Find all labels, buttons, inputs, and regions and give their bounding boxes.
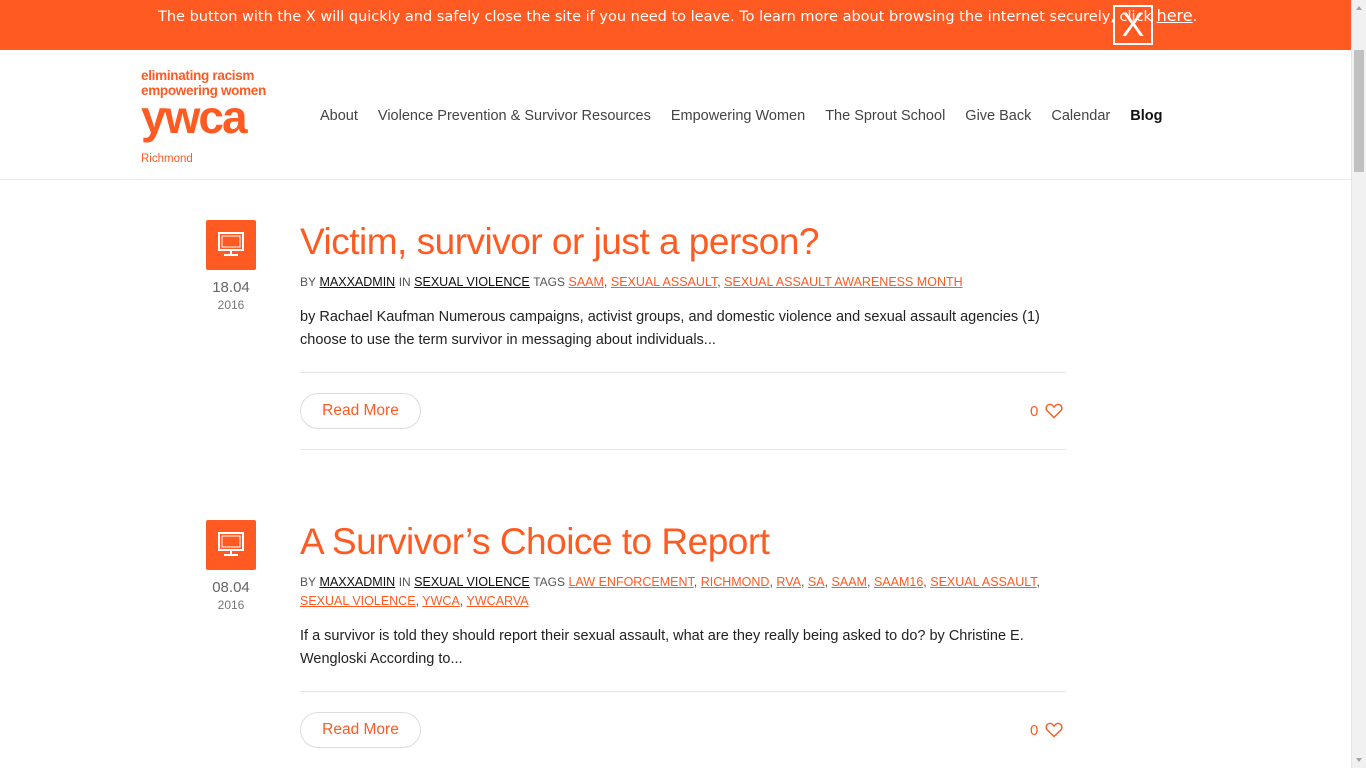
logo-location: Richmond <box>141 153 193 165</box>
post-tag-link[interactable]: YWCA <box>422 594 460 608</box>
post-tag-link[interactable]: SEXUAL VIOLENCE <box>300 594 416 608</box>
post-year: 2016 <box>217 298 245 312</box>
main-nav: About Violence Prevention & Survivor Res… <box>320 106 1182 126</box>
post-title[interactable]: Victim, survivor or just a person? <box>300 220 820 264</box>
post-category-link[interactable]: SEXUAL VIOLENCE <box>414 275 530 289</box>
post-tag-link[interactable]: SEXUAL ASSAULT <box>930 575 1036 589</box>
nav-item-empowering-women[interactable]: Empowering Women <box>671 108 805 124</box>
post-meta: BY MAXXADMIN IN SEXUAL VIOLENCE TAGS LAW… <box>300 575 1041 608</box>
nav-item-calendar[interactable]: Calendar <box>1051 108 1110 124</box>
vertical-scrollbar[interactable] <box>1351 0 1366 768</box>
like-button[interactable]: 0 <box>1030 720 1070 740</box>
post-title[interactable]: A Survivor’s Choice to Report <box>300 520 770 564</box>
post-excerpt: If a survivor is told they should report… <box>300 628 1024 667</box>
quick-exit-close-button[interactable]: X <box>1113 5 1153 45</box>
post-category-link[interactable]: SEXUAL VIOLENCE <box>414 575 530 589</box>
post-tag-link[interactable]: SAAM16 <box>874 575 923 589</box>
scrollbar-thumb[interactable] <box>1354 50 1364 172</box>
tags-label: TAGS <box>533 275 565 289</box>
read-more-button[interactable]: Read More <box>300 712 421 748</box>
monitor-icon <box>206 520 256 570</box>
monitor-icon <box>206 220 256 270</box>
like-count: 0 <box>1030 721 1039 739</box>
heart-icon <box>1045 722 1063 738</box>
nav-item-sprout-school[interactable]: The Sprout School <box>825 108 945 124</box>
heart-icon <box>1045 403 1063 419</box>
post-date: 18.04 <box>212 279 250 296</box>
read-more-button[interactable]: Read More <box>300 393 421 429</box>
safety-alert-bar: The button with the X will quickly and s… <box>0 0 1351 50</box>
by-label: BY <box>300 275 317 289</box>
alert-period: . <box>1192 9 1198 25</box>
alert-text: The button with the X will quickly and s… <box>158 7 1197 26</box>
in-label: IN <box>398 275 411 289</box>
nav-item-about[interactable]: About <box>320 108 358 124</box>
site-header: eliminating racism empowering women ywca… <box>0 50 1351 180</box>
nav-item-blog[interactable]: Blog <box>1130 108 1162 124</box>
post-tag-link[interactable]: SAAM <box>832 575 867 589</box>
post-excerpt: by Rachael Kaufman Numerous campaigns, a… <box>300 309 1040 348</box>
scroll-up-arrow-icon[interactable] <box>1352 0 1366 16</box>
post-tag-link[interactable]: SA <box>808 575 825 589</box>
tags-label: TAGS <box>533 575 565 589</box>
scroll-down-arrow-icon[interactable] <box>1352 752 1366 768</box>
post-tag-link[interactable]: YWCARVA <box>467 594 529 608</box>
logo-tagline-1: eliminating racism <box>141 68 255 83</box>
post-tag-link[interactable]: SAAM <box>568 275 603 289</box>
post-author-link[interactable]: MAXXADMIN <box>320 275 396 289</box>
post-year: 2016 <box>217 598 245 612</box>
divider <box>300 449 1066 450</box>
post-tag-link[interactable]: LAW ENFORCEMENT <box>568 575 693 589</box>
post-date: 08.04 <box>212 579 250 596</box>
in-label: IN <box>398 575 411 589</box>
alert-here-link[interactable]: here <box>1157 6 1193 25</box>
nav-item-violence-prevention[interactable]: Violence Prevention & Survivor Resources <box>378 108 651 124</box>
nav-item-give-back[interactable]: Give Back <box>965 108 1031 124</box>
like-count: 0 <box>1030 402 1039 420</box>
like-button[interactable]: 0 <box>1030 401 1070 421</box>
post-meta: BY MAXXADMIN IN SEXUAL VIOLENCE TAGS SAA… <box>300 275 963 289</box>
post-tag-link[interactable]: RICHMOND <box>701 575 770 589</box>
logo-wordmark: ywca <box>141 91 248 143</box>
alert-message: The button with the X will quickly and s… <box>158 9 1157 25</box>
post-author-link[interactable]: MAXXADMIN <box>320 575 396 589</box>
post-tag-link[interactable]: SEXUAL ASSAULT <box>611 275 717 289</box>
post-tag-link[interactable]: SEXUAL ASSAULT AWARENESS MONTH <box>724 275 963 289</box>
by-label: BY <box>300 575 317 589</box>
divider <box>300 372 1066 373</box>
page: The button with the X will quickly and s… <box>0 0 1366 768</box>
divider <box>300 691 1066 692</box>
ywca-logo[interactable]: eliminating racism empowering women ywca… <box>141 68 296 168</box>
post-tag-link[interactable]: RVA <box>776 575 801 589</box>
